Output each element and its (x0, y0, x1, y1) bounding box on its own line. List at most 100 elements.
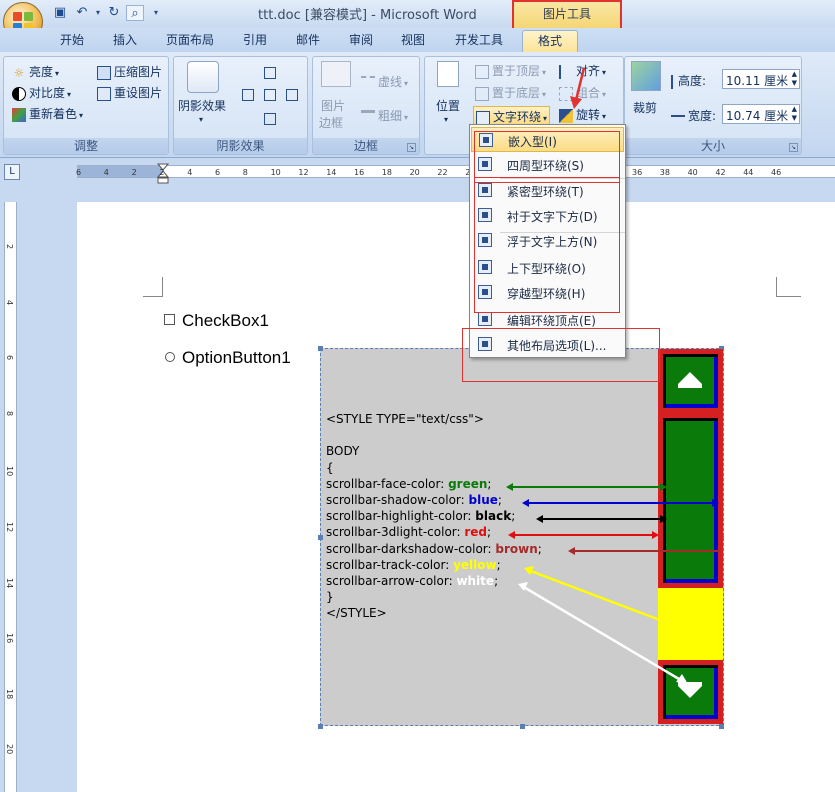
bring-to-front-button[interactable]: 置于顶层 ▾ (475, 62, 546, 79)
ruler-tick-label: 46 (771, 168, 782, 177)
vertical-ruler-tick-label: 20 (5, 744, 14, 755)
send-to-back-button[interactable]: 置于底层 ▾ (475, 84, 546, 101)
shadow-nudge-up-icon[interactable] (264, 67, 276, 79)
position-button[interactable]: 位置 (436, 97, 460, 114)
css-property: scrollbar-darkshadow-color: (326, 541, 496, 556)
tab-page-layout[interactable]: 页面布局 (166, 31, 214, 48)
resize-handle[interactable] (318, 724, 323, 729)
vertical-ruler-tick-label: 2 (5, 244, 14, 250)
position-dropdown-icon[interactable]: ▾ (444, 115, 448, 124)
tab-mailings[interactable]: 邮件 (296, 31, 320, 48)
border-group: 图片 边框 虚线 ▾ 粗细 ▾ 边框 ↘ (312, 56, 420, 155)
resize-handle[interactable] (520, 724, 525, 729)
ruler-left-margin (77, 166, 163, 177)
picture-border-label-1[interactable]: 图片 (321, 97, 345, 114)
border-group-label: 边框 (313, 138, 419, 154)
shadow-toggle-icon[interactable] (264, 89, 276, 101)
vertical-ruler[interactable] (4, 202, 17, 792)
customize-qat-icon[interactable]: ▾ (148, 5, 164, 21)
contrast-icon (12, 86, 26, 101)
vertical-ruler-tick-label: 4 (5, 299, 14, 305)
shadow-nudge-left-icon[interactable] (242, 89, 254, 101)
border-dialog-launcher-icon[interactable]: ↘ (407, 143, 416, 152)
css-value: blue (468, 493, 498, 507)
code-line: <STYLE TYPE="text/css"> (326, 412, 484, 426)
compress-pictures-button[interactable]: 压缩图片 (97, 63, 162, 80)
resize-handle[interactable] (719, 724, 724, 729)
code-line: scrollbar-highlight-color: black; (326, 509, 516, 524)
code-line: scrollbar-track-color: yellow; (326, 557, 501, 572)
width-spinner[interactable]: 10.74 厘米 ▲ ▼ (722, 104, 800, 124)
tab-review[interactable]: 审阅 (349, 31, 373, 48)
print-preview-icon[interactable]: ⌕ (126, 5, 144, 21)
position-icon[interactable] (437, 61, 459, 87)
adjust-group: ☼ 亮度 ▾ 对比度 ▾ 重新着色 ▾ 压缩图片 重设图片 调整 (3, 56, 169, 155)
undo-icon[interactable]: ↶ (74, 5, 90, 21)
dashes-button[interactable]: 虚线 ▾ (361, 73, 408, 90)
code-line: { (326, 460, 334, 475)
size-group: 裁剪 高度: 10.11 厘米 ▲ ▼ 宽度: 10.74 厘米 ▲ ▼ 大小 ↘ (624, 56, 802, 155)
height-spinner[interactable]: 10.11 厘米 ▲ ▼ (722, 69, 800, 89)
ruler-tick-label: 20 (409, 168, 420, 177)
tab-selector-icon[interactable]: L (4, 164, 20, 180)
resize-handle[interactable] (318, 535, 323, 540)
shadow-effects-icon[interactable] (187, 61, 219, 93)
height-icon (671, 74, 675, 89)
tab-developer[interactable]: 开发工具 (455, 31, 503, 48)
tab-format[interactable]: 格式 (522, 30, 578, 52)
ruler-tick-label: 22 (437, 168, 448, 177)
annotation-box (462, 328, 660, 382)
shadow-group: 阴影效果 ▾ 阴影效果 (173, 56, 308, 155)
reset-picture-icon (97, 86, 111, 101)
ruler-tick-label: 8 (242, 168, 248, 177)
height-value[interactable]: 10.11 厘米 (726, 72, 788, 89)
compress-icon (97, 65, 111, 80)
brightness-button[interactable]: ☼ 亮度 ▾ (12, 63, 59, 80)
option-button-control[interactable] (165, 352, 175, 362)
css-value: green (448, 476, 488, 491)
picture-border-icon (321, 61, 351, 87)
scrollbar-thumb-face (666, 421, 714, 579)
repeat-icon[interactable]: ↻ (106, 5, 122, 21)
tab-view[interactable]: 视图 (401, 31, 425, 48)
ruler-tick-label: 4 (103, 168, 109, 177)
shadow-nudge-down-icon[interactable] (264, 113, 276, 125)
css-property: scrollbar-face-color: (326, 476, 449, 491)
width-spin-arrows-icon[interactable]: ▲ ▼ (792, 105, 797, 123)
shadow-nudge-right-icon[interactable] (286, 89, 298, 101)
resize-handle[interactable] (318, 346, 323, 351)
size-dialog-launcher-icon[interactable]: ↘ (789, 143, 798, 152)
tab-references[interactable]: 引用 (243, 31, 267, 48)
shadow-effects-button[interactable]: 阴影效果 (178, 97, 226, 114)
css-value: red (464, 525, 488, 540)
recolor-button[interactable]: 重新着色 ▾ (12, 105, 83, 122)
size-group-label: 大小 (625, 138, 801, 154)
checkbox-control[interactable] (164, 314, 175, 325)
css-property: scrollbar-shadow-color: (326, 493, 469, 507)
vertical-ruler-tick-label: 14 (5, 577, 14, 588)
tab-home[interactable]: 开始 (60, 31, 84, 48)
weight-button[interactable]: 粗细 ▾ (361, 107, 408, 124)
save-icon[interactable]: ▣ (52, 5, 68, 21)
width-value[interactable]: 10.74 厘米 (726, 107, 788, 124)
tab-insert[interactable]: 插入 (113, 31, 137, 48)
css-value: black (475, 509, 512, 524)
height-spin-arrows-icon[interactable]: ▲ ▼ (792, 70, 797, 88)
adjust-group-label: 调整 (4, 138, 168, 154)
ruler-tick-label: 6 (215, 168, 221, 177)
reset-picture-button[interactable]: 重设图片 (97, 84, 162, 101)
picture-border-label-2[interactable]: 边框 (319, 114, 343, 131)
shadow-group-label: 阴影效果 (174, 138, 307, 154)
vertical-ruler-tick-label: 12 (5, 522, 14, 533)
contrast-button[interactable]: 对比度 ▾ (12, 84, 71, 101)
code-line: scrollbar-arrow-color: white; (326, 574, 499, 588)
bring-to-front-icon (475, 64, 489, 79)
crop-button[interactable]: 裁剪 (633, 99, 657, 116)
annotation-box (474, 131, 620, 183)
ruler-tick-label: 4 (187, 168, 193, 177)
vertical-ruler-tick-label: 10 (5, 466, 14, 477)
picture-tools-label: 图片工具 (542, 7, 591, 21)
shadow-effects-dropdown-icon[interactable]: ▾ (199, 115, 203, 124)
crop-icon[interactable] (631, 61, 661, 91)
undo-dropdown-icon[interactable]: ▾ (90, 5, 106, 21)
